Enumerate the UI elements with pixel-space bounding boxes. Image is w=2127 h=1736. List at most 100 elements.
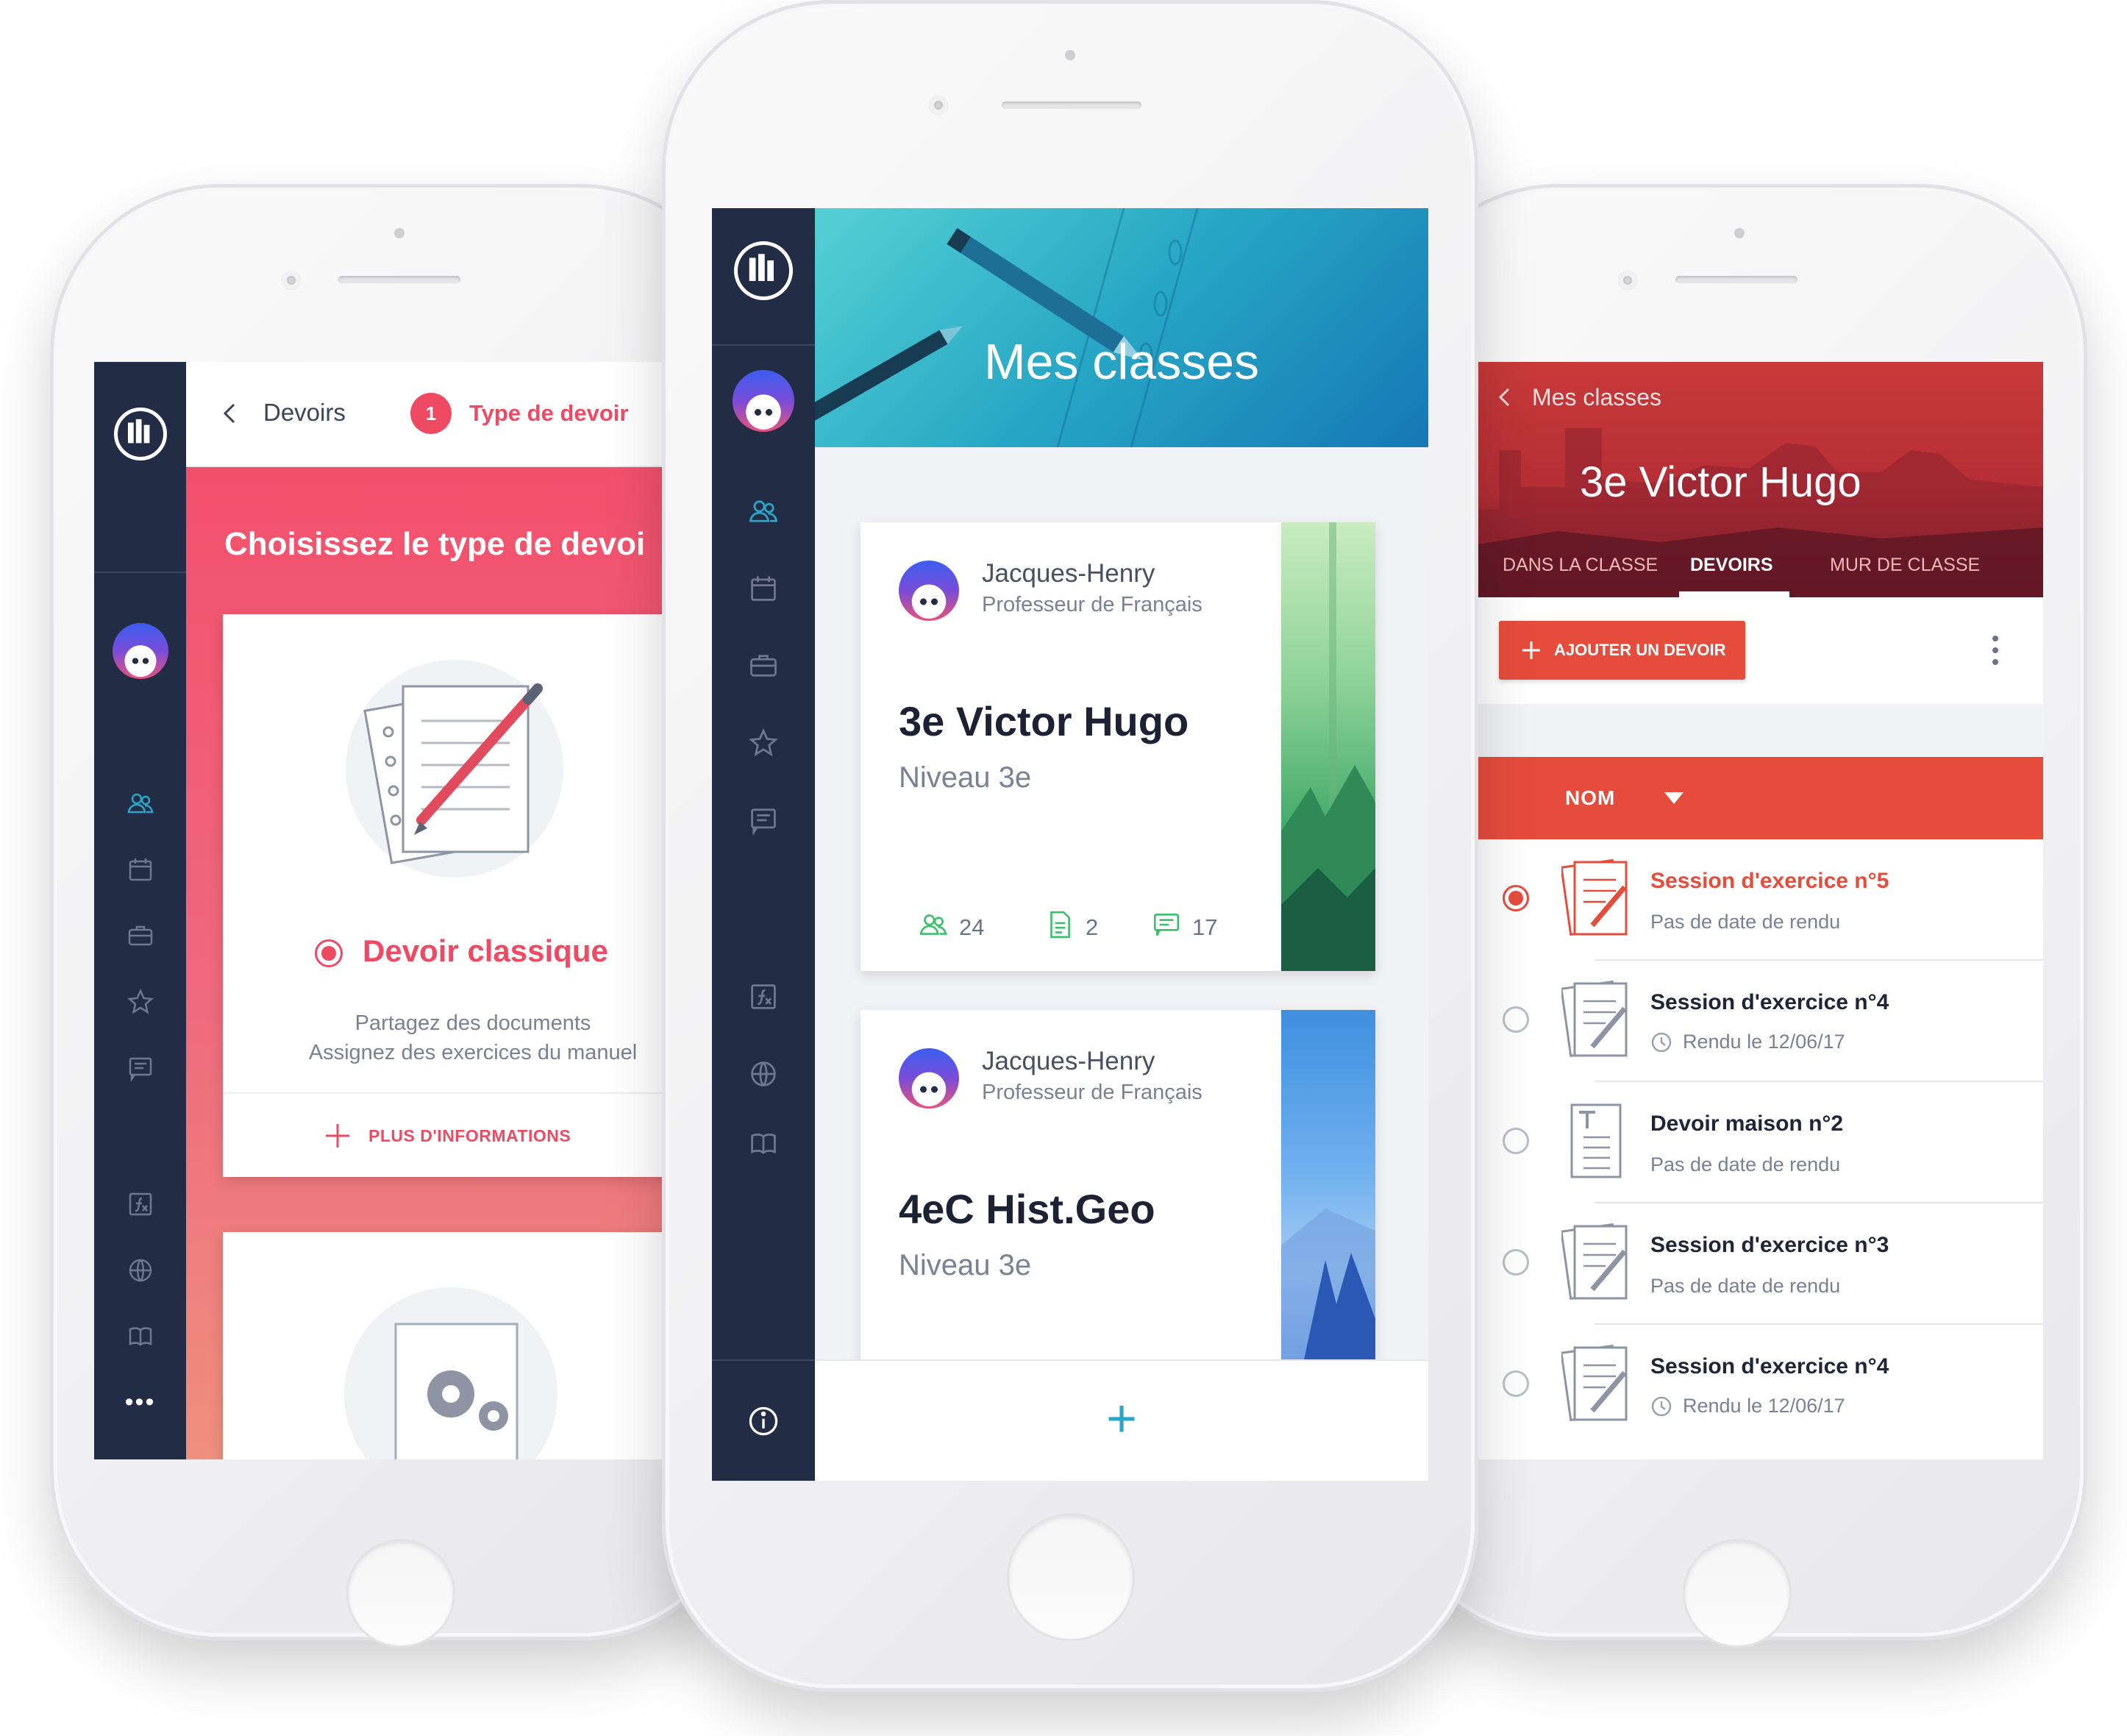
radio-selected[interactable] (1503, 885, 1529, 911)
globe-icon[interactable] (747, 1058, 780, 1090)
plus-icon (1521, 640, 1542, 661)
class-title: 3e Victor Hugo (1580, 458, 1861, 506)
phone-left: ••• Devoirs 1 Type de devoir Choisissez … (50, 184, 749, 1646)
clock-icon (1650, 1031, 1672, 1053)
tab-mur-de-classe[interactable]: MUR DE CLASSE (1830, 555, 1980, 576)
app-logo-icon[interactable] (734, 241, 793, 300)
tab-devoirs[interactable]: DEVOIRS (1690, 555, 1773, 576)
radio-unselected[interactable] (1503, 1249, 1529, 1276)
add-homework-button[interactable]: AJOUTER UN DEVOIR (1499, 621, 1745, 680)
message-icon (1151, 909, 1182, 946)
message-icon[interactable] (126, 1053, 155, 1083)
back-label[interactable]: Devoirs (263, 399, 346, 427)
add-class-button[interactable]: + (815, 1389, 1428, 1449)
overflow-menu-icon[interactable] (1992, 634, 1999, 666)
briefcase-icon[interactable] (747, 650, 780, 682)
star-icon[interactable] (747, 727, 780, 759)
homework-status: Rendu le 12/06/17 (1650, 1395, 1845, 1417)
avatar[interactable] (113, 623, 168, 679)
option-radio-selected[interactable] (315, 939, 343, 967)
message-icon[interactable] (747, 804, 780, 836)
teacher-name: Jacques-Henry (982, 559, 1155, 588)
sidebar (712, 208, 815, 1481)
radio-unselected[interactable] (1503, 1006, 1529, 1033)
mountain-illustration (1281, 1010, 1375, 1363)
sensor-dot (394, 228, 405, 238)
documents-count: 2 (1086, 914, 1099, 940)
app-logo-icon[interactable] (113, 408, 167, 460)
back-label[interactable]: Mes classes (1532, 384, 1661, 411)
speaker-grille (1002, 102, 1141, 109)
forest-illustration (1281, 522, 1375, 971)
radio-unselected[interactable] (1503, 1370, 1529, 1397)
sort-label: NOM (1565, 786, 1616, 809)
classes-banner: Mes classes (815, 208, 1428, 447)
back-chevron-icon[interactable] (1495, 388, 1514, 407)
option-card-2[interactable] (223, 1232, 712, 1459)
back-chevron-icon[interactable] (219, 402, 241, 424)
briefcase-icon[interactable] (126, 921, 155, 950)
info-icon[interactable] (747, 1405, 780, 1437)
class-level: Niveau 3e (899, 1249, 1032, 1281)
formula-icon[interactable] (747, 981, 780, 1013)
avatar (899, 1048, 959, 1109)
list-item[interactable]: Session d'exercice n°3 Pas de date de re… (1469, 1203, 2043, 1325)
tab-dans-la-classe[interactable]: DANS LA CLASSE (1503, 555, 1658, 576)
home-button[interactable] (349, 1541, 453, 1646)
homework-status: Pas de date de rendu (1650, 911, 1840, 933)
teacher-name: Jacques-Henry (982, 1047, 1155, 1075)
class-hero-banner: Mes classes 3e Victor Hugo DANS LA CLASS… (1469, 362, 2043, 597)
left-screen: ••• Devoirs 1 Type de devoir Choisissez … (94, 362, 712, 1459)
list-item[interactable]: Session d'exercice n°5 Pas de date de re… (1469, 839, 2043, 961)
more-icon[interactable]: ••• (94, 1388, 186, 1417)
sidebar: ••• (94, 362, 186, 1459)
list-item[interactable]: Session d'exercice n°4 Rendu le 12/06/17 (1469, 961, 2043, 1082)
class-card[interactable]: Jacques-Henry Professeur de Français 4eC… (861, 1010, 1375, 1363)
step-number-badge: 1 (410, 393, 452, 434)
homework-due-text: Rendu le 12/06/17 (1683, 1031, 1845, 1053)
hero-title: Choisissez le type de devoi (224, 526, 646, 562)
exercise-document-icon (1560, 979, 1632, 1060)
step-label: Type de devoir (469, 400, 629, 426)
students-stat: 24 (918, 909, 984, 946)
list-item[interactable]: Session d'exercice n°4 Rendu le 12/06/17 (1469, 1325, 2043, 1446)
book-icon[interactable] (747, 1128, 780, 1160)
homework-due-text: Rendu le 12/06/17 (1683, 1395, 1845, 1417)
option-card[interactable]: Devoir classique Partagez des documents … (223, 614, 712, 1177)
globe-icon[interactable] (126, 1256, 155, 1285)
documents-stat: 2 (1044, 909, 1098, 946)
homework-title: Session d'exercice n°3 (1650, 1233, 1889, 1257)
hero-panel: Choisissez le type de devoi Devoir class… (186, 467, 712, 1459)
calendar-icon[interactable] (126, 855, 155, 884)
settings-document-icon (341, 1284, 561, 1459)
sensor-dot (1734, 228, 1745, 238)
teacher-role: Professeur de Français (982, 1081, 1203, 1104)
classes-icon[interactable] (747, 495, 780, 527)
option-description-line1: Partagez des documents (354, 1011, 591, 1035)
exercise-document-icon (1560, 1343, 1632, 1424)
home-button[interactable] (1685, 1541, 1789, 1646)
homework-title: Devoir maison n°2 (1650, 1111, 1844, 1136)
sort-header[interactable]: NOM (1469, 757, 2043, 839)
star-icon[interactable] (126, 987, 155, 1017)
list-item[interactable]: Devoir maison n°2 Pas de date de rendu (1469, 1082, 2043, 1203)
home-button[interactable] (1009, 1515, 1133, 1639)
plus-icon[interactable] (324, 1123, 351, 1149)
radio-unselected[interactable] (1503, 1128, 1529, 1154)
more-info-link[interactable]: PLUS D'INFORMATIONS (368, 1126, 571, 1146)
speaker-grille (338, 276, 460, 283)
students-count: 24 (959, 914, 985, 940)
classes-icon[interactable] (126, 789, 155, 818)
students-icon (918, 909, 949, 946)
class-card[interactable]: Jacques-Henry Professeur de Français 3e … (861, 522, 1375, 971)
front-camera (929, 96, 948, 115)
avatar[interactable] (733, 370, 794, 432)
sidebar-divider (712, 344, 815, 346)
book-icon[interactable] (126, 1322, 155, 1351)
text-document-icon (1561, 1100, 1632, 1181)
messages-stat: 17 (1151, 909, 1217, 946)
homework-due-text: Pas de date de rendu (1650, 1153, 1841, 1175)
calendar-icon[interactable] (747, 572, 780, 605)
formula-icon[interactable] (126, 1189, 155, 1219)
right-screen: Mes classes 3e Victor Hugo DANS LA CLASS… (1418, 362, 2043, 1459)
